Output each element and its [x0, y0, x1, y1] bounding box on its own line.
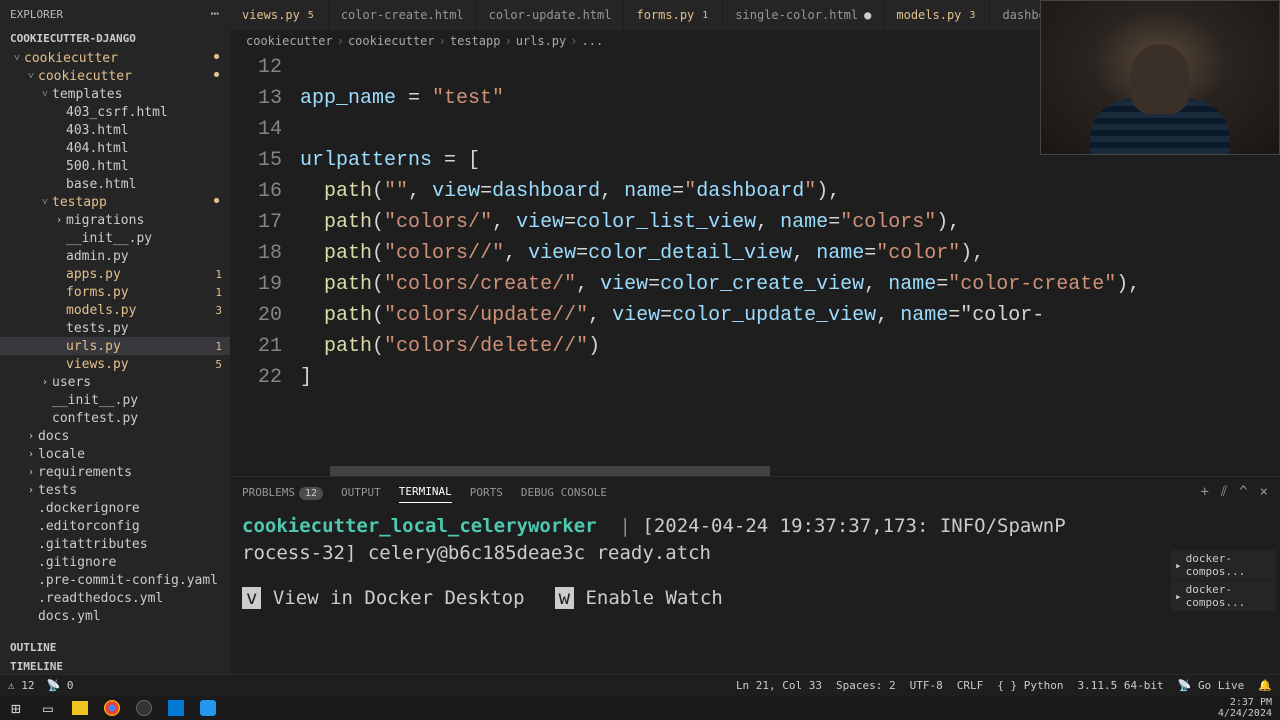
taskbar-clock[interactable]: 2:37 PM 4/24/2024 — [1210, 697, 1280, 719]
folder-item[interactable]: ›tests — [0, 481, 230, 499]
explorer-sidebar: EXPLORER ⋯ COOKIECUTTER-DJANGO ˅cookiecu… — [0, 0, 230, 676]
breadcrumb-item[interactable]: testapp — [450, 34, 501, 48]
horizontal-scrollbar[interactable] — [300, 466, 1280, 476]
file-item[interactable]: apps.py1 — [0, 265, 230, 283]
file-item[interactable]: conftest.py — [0, 409, 230, 427]
file-item[interactable]: urls.py1 — [0, 337, 230, 355]
new-terminal-icon[interactable]: + — [1200, 484, 1208, 500]
bottom-panel: PROBLEMS12 OUTPUT TERMINAL PORTS DEBUG C… — [230, 476, 1280, 676]
folder-item[interactable]: ›migrations — [0, 211, 230, 229]
folder-item[interactable]: ˅testapp• — [0, 193, 230, 211]
editor-tab[interactable]: single-color.html● — [723, 0, 884, 30]
file-item[interactable]: .editorconfig — [0, 517, 230, 535]
webcam-overlay — [1040, 0, 1280, 155]
file-item[interactable]: 403_csrf.html — [0, 103, 230, 121]
file-item[interactable]: 500.html — [0, 157, 230, 175]
status-encoding[interactable]: UTF-8 — [910, 679, 943, 692]
folder-item[interactable]: ˅cookiecutter• — [0, 49, 230, 67]
ports-tab[interactable]: PORTS — [470, 482, 503, 503]
file-item[interactable]: admin.py — [0, 247, 230, 265]
panel-actions: + ⫽ ^ × — [1200, 484, 1268, 500]
folder-item[interactable]: ˅cookiecutter• — [0, 67, 230, 85]
panel-tabs: PROBLEMS12 OUTPUT TERMINAL PORTS DEBUG C… — [230, 477, 1280, 507]
breadcrumb-item[interactable]: cookiecutter — [246, 34, 333, 48]
status-notification-icon[interactable]: 🔔 — [1258, 679, 1272, 692]
file-item[interactable]: 404.html — [0, 139, 230, 157]
file-item[interactable]: views.py5 — [0, 355, 230, 373]
more-icon[interactable]: ⋯ — [211, 6, 220, 22]
output-tab[interactable]: OUTPUT — [341, 482, 381, 503]
terminal-tab[interactable]: TERMINAL — [399, 481, 452, 503]
debug-tab[interactable]: DEBUG CONSOLE — [521, 482, 607, 503]
file-item[interactable]: .gitattributes — [0, 535, 230, 553]
status-golive[interactable]: 📡 Go Live — [1178, 679, 1245, 692]
breadcrumb-item[interactable]: urls.py — [516, 34, 567, 48]
explorer-icon[interactable] — [72, 701, 88, 715]
status-lang[interactable]: { } Python — [997, 679, 1063, 692]
status-spaces[interactable]: Spaces: 2 — [836, 679, 896, 692]
file-item[interactable]: tests.py — [0, 319, 230, 337]
docker-icon[interactable] — [200, 700, 216, 716]
file-item[interactable]: 403.html — [0, 121, 230, 139]
file-item[interactable]: .gitignore — [0, 553, 230, 571]
taskview-icon[interactable]: ▭ — [32, 696, 64, 720]
chrome-icon[interactable] — [104, 700, 120, 716]
status-ports[interactable]: 📡 0 — [47, 679, 74, 692]
status-python-version[interactable]: 3.11.5 64-bit — [1078, 679, 1164, 692]
windows-taskbar: ⊞ ▭ 2:37 PM 4/24/2024 — [0, 696, 1280, 720]
problems-tab[interactable]: PROBLEMS12 — [242, 482, 323, 503]
project-title[interactable]: COOKIECUTTER-DJANGO — [0, 28, 230, 49]
terminal-item[interactable]: ▸ docker-compos... — [1171, 581, 1276, 611]
gutter: 1213141516171819202122 — [230, 52, 300, 476]
status-warnings[interactable]: ⚠ 12 — [8, 679, 35, 692]
status-eol[interactable]: CRLF — [957, 679, 984, 692]
start-icon[interactable]: ⊞ — [0, 696, 32, 720]
terminal-content[interactable]: cookiecutter_local_celeryworker | [2024-… — [230, 507, 1280, 676]
folder-item[interactable]: ›docs — [0, 427, 230, 445]
vscode-icon[interactable] — [168, 700, 184, 716]
file-item[interactable]: models.py3 — [0, 301, 230, 319]
folder-item[interactable]: ›requirements — [0, 463, 230, 481]
status-bar: ⚠ 12 📡 0 Ln 21, Col 33 Spaces: 2 UTF-8 C… — [0, 674, 1280, 696]
explorer-title: EXPLORER — [10, 8, 63, 21]
folder-item[interactable]: ˅templates — [0, 85, 230, 103]
file-item[interactable]: __init__.py — [0, 391, 230, 409]
obs-icon[interactable] — [136, 700, 152, 716]
editor-tab[interactable]: color-create.html — [329, 0, 477, 30]
file-item[interactable]: base.html — [0, 175, 230, 193]
folder-item[interactable]: ›users — [0, 373, 230, 391]
file-item[interactable]: forms.py1 — [0, 283, 230, 301]
editor-tab[interactable]: views.py5 — [230, 0, 329, 30]
terminal-item[interactable]: ▸ docker-compos... — [1171, 550, 1276, 580]
editor-tab[interactable]: forms.py1 — [624, 0, 723, 30]
breadcrumb-item[interactable]: ... — [582, 34, 604, 48]
file-tree: ˅cookiecutter•˅cookiecutter•˅templates40… — [0, 49, 230, 638]
status-line-col[interactable]: Ln 21, Col 33 — [736, 679, 822, 692]
editor-tab[interactable]: models.py3 — [884, 0, 990, 30]
file-item[interactable]: .dockerignore — [0, 499, 230, 517]
panel-up-icon[interactable]: ^ — [1239, 484, 1247, 500]
split-terminal-icon[interactable]: ⫽ — [1221, 484, 1227, 500]
explorer-header: EXPLORER ⋯ — [0, 0, 230, 28]
editor-tab[interactable]: color-update.html — [477, 0, 625, 30]
panel-close-icon[interactable]: × — [1260, 484, 1268, 500]
terminal-list: ▸ docker-compos... ▸ docker-compos... — [1171, 550, 1276, 612]
file-item[interactable]: .pre-commit-config.yaml — [0, 571, 230, 589]
file-item[interactable]: docs.yml — [0, 607, 230, 625]
file-item[interactable]: __init__.py — [0, 229, 230, 247]
outline-section[interactable]: OUTLINE — [0, 638, 230, 657]
breadcrumb-item[interactable]: cookiecutter — [348, 34, 435, 48]
file-item[interactable]: .readthedocs.yml — [0, 589, 230, 607]
folder-item[interactable]: ›locale — [0, 445, 230, 463]
